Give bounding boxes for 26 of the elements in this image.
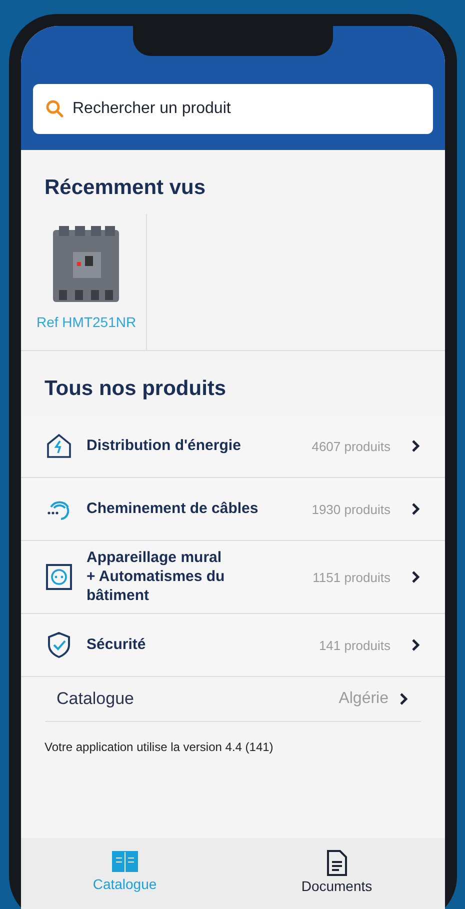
product-reference: Ref HMT251NR: [36, 314, 136, 330]
document-icon: [326, 850, 348, 876]
chevron-right-icon: [410, 570, 420, 584]
product-count: 4607 produits: [312, 438, 390, 454]
category-name: Distribution d'énergie: [86, 436, 242, 456]
category-name: Appareillage mural + Automatismes du bâtiment: [86, 548, 226, 606]
section-title: Récemment vus: [44, 176, 207, 200]
chevron-right-icon: [410, 638, 420, 652]
book-icon: [110, 850, 139, 874]
category-name: Sécurité: [86, 634, 147, 655]
category-name: Cheminement de câbles: [86, 498, 260, 519]
catalogue-row[interactable]: Catalogue Algérie: [44, 677, 420, 722]
section-title: Tous nos produits: [44, 377, 228, 401]
product-count: 141 produits: [318, 638, 390, 653]
catalogue-label: Catalogue: [56, 689, 136, 710]
product-count: 1930 produits: [312, 502, 390, 516]
chevron-right-icon: [410, 439, 420, 453]
socket-icon: [44, 563, 72, 592]
house-lightning-icon: [44, 432, 72, 460]
chevron-right-icon: [398, 692, 408, 706]
search-field[interactable]: Rechercher un produit: [32, 84, 432, 134]
country-value: Algérie: [338, 690, 388, 708]
product-count: 1151 produits: [312, 570, 390, 585]
chevron-right-icon: [410, 502, 420, 516]
version-note: Votre application utilise la version 4.4 (141): [44, 740, 274, 754]
nav-tab[interactable]: Documents: [281, 850, 392, 894]
